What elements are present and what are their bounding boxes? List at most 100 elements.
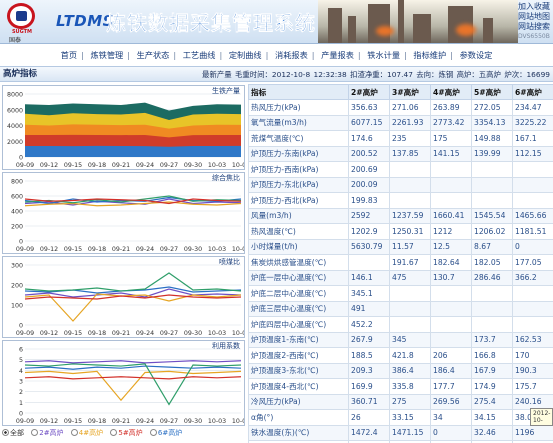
chart-panel: 800 600 400 200 0 09-09 09-12 09-15 09-18 09-21 09… [2, 172, 245, 254]
cell-value [430, 316, 472, 333]
cell-value: 206 [430, 347, 472, 364]
cell-value: 269.56 [430, 393, 472, 410]
nav-iron-metering[interactable]: 铁水计量 [367, 50, 400, 60]
cell-value [430, 176, 472, 193]
cell-value: 200.69 [348, 161, 390, 178]
cell-value: 1660.41 [430, 207, 472, 224]
x-tick-label: 09-27 [160, 162, 178, 169]
legend-furnace-2[interactable]: 2#高炉 [31, 429, 64, 437]
cell-value: 166.8 [471, 347, 513, 364]
blast-furnace-image [318, 0, 518, 43]
x-tick-label: 09-21 [112, 246, 130, 253]
table-row: 炉顶压力-西南(kPa) 200.69 [248, 161, 553, 178]
nav-custom-curve[interactable]: 定制曲线 [229, 50, 262, 60]
cell-value: 345 [389, 331, 431, 348]
y-tick-label: 800 [11, 179, 23, 186]
furnace-legend: 全部 2#高炉 4#高炉 5#高炉 6#高炉 [2, 428, 248, 438]
chart-panel: 6 5 4 3 2 1 0 09-09 09-12 09-15 09-18 09-21 09-24 09-… [2, 340, 245, 426]
row-label: 炉顶温度4-西北(℃) [248, 378, 349, 395]
nav-home[interactable]: 首页 [61, 50, 77, 60]
cell-value: 6077.15 [348, 114, 390, 131]
blast-furnace-index-table: 指标 2#高炉 3#高炉 4#高炉 5#高炉 6#高炉 热风压力(kPa) 356.63 27… [248, 84, 553, 443]
cell-value: 275 [389, 393, 431, 410]
legend-all[interactable]: 全部 [2, 429, 24, 437]
cell-value: 175 [430, 130, 472, 147]
column-header-furnace: 5#高炉 [471, 84, 513, 100]
add-favorite-link[interactable]: 加入收藏 [518, 2, 550, 12]
nav-index-maintenance[interactable]: 指标维护 [413, 50, 446, 60]
table-row: 炉顶压力-东北(kPa) 200.09 [248, 176, 553, 193]
cell-value [389, 161, 431, 178]
row-label: 炉底四层中心温度(℃) [248, 316, 349, 333]
x-tick-label: 09-30 [184, 330, 202, 337]
cell-value: 1212 [430, 223, 472, 240]
site-map-link[interactable]: 网站地图 [518, 12, 550, 22]
cell-value: 1545.54 [471, 207, 513, 224]
nav-process-curve[interactable]: 工艺曲线 [183, 50, 216, 60]
x-tick-label: 09-24 [136, 330, 154, 337]
area-series [25, 145, 241, 157]
legend-furnace-6[interactable]: 6#高炉 [149, 429, 182, 437]
nav-output-report[interactable]: 产量报表 [321, 50, 354, 60]
cell-value: 200.52 [348, 145, 390, 162]
x-tick-label: 10-03 [208, 246, 226, 253]
cell-value [471, 192, 513, 209]
table-row: 冷风压力(kPa) 360.71 275 269.56 275.4 240.16 [248, 393, 553, 410]
company-logo: SUGTM 国泰 [4, 3, 38, 43]
row-label: 热风温度(℃) [248, 223, 349, 240]
legend-furnace-4[interactable]: 4#高炉 [70, 429, 103, 437]
x-tick-label: 09-27 [160, 418, 178, 425]
x-tick-label: 09-15 [64, 246, 82, 253]
chart-svg: 800 600 400 200 009-09 09-12 09-15 09-18 09-21 09… [11, 173, 244, 253]
cell-value [430, 161, 472, 178]
cell-value: 170 [512, 347, 553, 364]
nav-production-status[interactable]: 生产状态 [137, 50, 170, 60]
cell-value: 191.67 [389, 254, 431, 271]
y-tick-label: 4000 [7, 123, 23, 130]
cell-value: 1471.15 [389, 424, 431, 441]
y-tick-label: 2000 [7, 139, 23, 146]
cell-value: 1237.59 [389, 207, 431, 224]
row-label: 荒煤气温度(℃) [248, 130, 349, 147]
chart-title: 喷煤比 [219, 257, 240, 266]
cell-value: 1465.66 [512, 207, 553, 224]
cell-value: 452.2 [348, 316, 390, 333]
cell-value: 33.15 [389, 409, 431, 426]
cell-value [471, 176, 513, 193]
cell-value [389, 285, 431, 302]
table-row: 炉顶温度4-西北(℃) 169.9 335.8 177.7 174.9 175.7 [248, 378, 553, 395]
cell-value [512, 285, 553, 302]
table-row: 炉顶温度3-东北(℃) 209.3 386.4 186.4 167.9 190.3 [248, 362, 553, 379]
table-row: 炉顶压力-西北(kPa) 199.83 [248, 192, 553, 209]
chart-title: 综合焦比 [212, 173, 240, 182]
cell-value: 12.5 [430, 238, 472, 255]
nav-parameter-settings[interactable]: 参数设定 [460, 50, 493, 60]
top-links: 加入收藏 网站地图 网站搜索 DVS6550B [518, 2, 550, 42]
cell-value [471, 316, 513, 333]
nav-consumption-report[interactable]: 消耗报表 [275, 50, 308, 60]
cell-value [389, 316, 431, 333]
cell-value: 174.9 [471, 378, 513, 395]
x-tick-label: 09-09 [16, 418, 34, 425]
row-label: 铁水温度(东)(℃) [248, 424, 349, 441]
row-label: 热风压力(kPa) [248, 99, 349, 116]
nav-ironmaking[interactable]: 炼铁管理 [90, 50, 123, 60]
table-row: 风量(m3/h) 2592 1237.59 1660.41 1545.54 1465.66 [248, 207, 553, 224]
x-tick-label: 09-12 [40, 246, 58, 253]
table-row: 炉底一层中心温度(℃) 146.1 475 130.7 286.46 366.2 [248, 269, 553, 286]
row-label: 焦炭烘烘感管温度(℃) [248, 254, 349, 271]
legend-furnace-5[interactable]: 5#高炉 [110, 429, 143, 437]
site-search-link[interactable]: 网站搜索 [518, 22, 550, 32]
cell-value: 366.2 [512, 269, 553, 286]
cell-value: 177.05 [512, 254, 553, 271]
cell-value: 286.46 [471, 269, 513, 286]
cell-value: 173.7 [471, 331, 513, 348]
cell-value: 149.88 [471, 130, 513, 147]
line-series [24, 376, 242, 380]
x-tick-label: 09-24 [136, 162, 154, 169]
line-series [24, 370, 242, 402]
cell-value: 475 [389, 269, 431, 286]
section-title: 高炉指标 [3, 69, 38, 79]
index-table-container[interactable]: 指标 2#高炉 3#高炉 4#高炉 5#高炉 6#高炉 热风压力(kPa) 356.63 27… [248, 84, 553, 443]
chart-area: 8000 6000 4000 2000 0 09-09 09-12 09-15 09-18 09-… [0, 84, 246, 442]
